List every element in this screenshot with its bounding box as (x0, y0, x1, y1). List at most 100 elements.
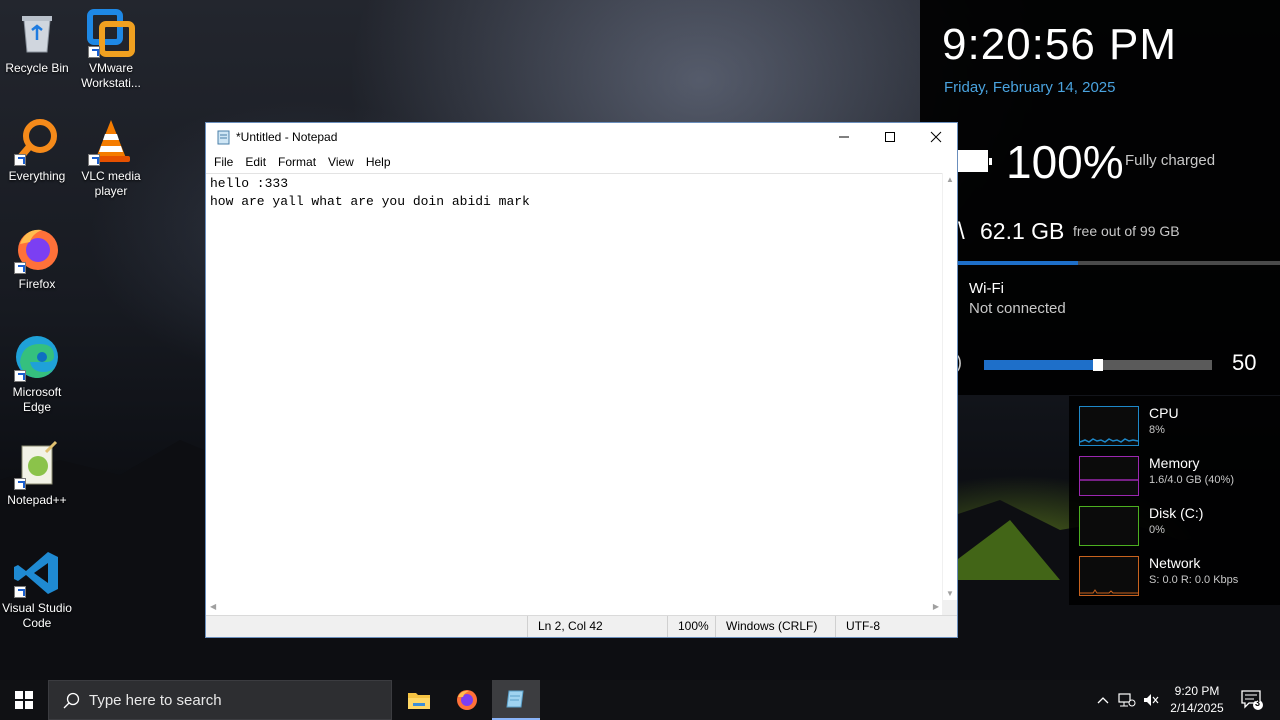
windows-logo-icon (15, 691, 33, 709)
notepad-menu-bar: File Edit Format View Help (206, 151, 957, 173)
start-button[interactable] (0, 680, 48, 720)
desktop-icon-label: Notepad++ (7, 493, 67, 507)
desktop-icon-edge[interactable]: Microsoft Edge (0, 332, 74, 415)
drive-icon: \ (958, 218, 965, 245)
maximize-icon (885, 132, 895, 142)
shortcut-arrow-icon (14, 586, 26, 598)
shortcut-arrow-icon (88, 154, 100, 166)
desktop-icon-label: VLC media player (81, 169, 141, 198)
perf-label: Network (1149, 555, 1201, 571)
notepad-title: *Untitled - Notepad (236, 130, 338, 144)
perf-value: 8% (1149, 424, 1165, 436)
desktop-icon-label: Everything (8, 169, 66, 183)
shortcut-arrow-icon (14, 262, 26, 274)
notepad-icon (506, 690, 524, 708)
shortcut-arrow-icon (88, 46, 100, 58)
notepad-window[interactable]: *Untitled - Notepad File Edit Format Vie… (205, 122, 958, 638)
volume-value: 50 (1232, 350, 1257, 375)
firefox-icon (457, 690, 477, 710)
taskbar-clock[interactable]: 9:20 PM 2/14/2025 (1164, 683, 1230, 717)
horizontal-scrollbar[interactable]: ◀ ▶ (206, 600, 943, 615)
desktop-icon-recycle-bin[interactable]: Recycle Bin (0, 8, 74, 76)
taskbar-search-box[interactable]: Type here to search (48, 680, 392, 720)
notification-count-badge: 3 (1255, 698, 1261, 708)
menu-format[interactable]: Format (272, 155, 322, 169)
close-icon (930, 131, 942, 143)
menu-view[interactable]: View (322, 155, 360, 169)
network-disconnected-icon (1118, 693, 1136, 707)
desktop-icon-firefox[interactable]: Firefox (0, 224, 74, 292)
notepad-text-area[interactable]: hello :333 how are yall what are you doi… (206, 173, 943, 600)
desktop-icon-notepad-plus-plus[interactable]: Notepad++ (0, 440, 74, 508)
taskbar-time: 9:20 PM (1174, 684, 1220, 698)
show-hidden-icons-button[interactable] (1092, 680, 1114, 720)
taskbar-date: 2/14/2025 (1170, 701, 1224, 715)
notepad-title-bar[interactable]: *Untitled - Notepad (206, 123, 957, 151)
battery-row: 100% Fully charged (958, 135, 1280, 190)
close-button[interactable] (913, 123, 959, 151)
volume-slider-fill (984, 360, 1098, 370)
recycle-bin-icon (22, 16, 52, 53)
wifi-title: Wi-Fi (969, 280, 1004, 297)
volume-slider-thumb[interactable] (1093, 359, 1103, 371)
volume-tray-button[interactable] (1140, 680, 1162, 720)
desktop-icon-label: Recycle Bin (5, 61, 69, 75)
speaker-icon (1144, 694, 1159, 706)
status-position: Ln 2, Col 42 (527, 616, 667, 637)
minimize-button[interactable] (821, 123, 867, 151)
taskbar-file-explorer[interactable] (395, 680, 443, 720)
desktop-icon-label: VMware Workstati... (81, 61, 141, 90)
perf-memory[interactable]: Memory 1.6/4.0 GB (40%) (1069, 448, 1280, 498)
widget-clock: 9:20:56 PM (942, 20, 1178, 69)
scrollbar-corner (942, 600, 957, 615)
minimize-icon (839, 136, 849, 138)
vertical-scrollbar[interactable]: ▲ ▼ (942, 173, 957, 600)
status-zoom: 100% (667, 616, 715, 637)
notepad-icon (217, 130, 230, 145)
maximize-button[interactable] (867, 123, 913, 151)
perf-label: Disk (C:) (1149, 505, 1204, 521)
cpu-graph (1079, 406, 1139, 446)
wifi-status: Not connected (969, 300, 1066, 317)
network-receive: R: 0.0 Kbps (1180, 574, 1239, 586)
notepad-status-bar: Ln 2, Col 42 100% Windows (CRLF) UTF-8 (206, 615, 957, 637)
perf-label: Memory (1149, 455, 1200, 471)
perf-label: CPU (1149, 405, 1179, 421)
desktop-icon-vlc[interactable]: VLC media player (74, 116, 148, 199)
taskbar-notepad[interactable] (492, 680, 540, 720)
scroll-right-icon[interactable]: ▶ (933, 602, 939, 611)
perf-network[interactable]: Network S: 0.0 R: 0.0 Kbps (1069, 548, 1280, 598)
desktop-icon-vscode[interactable]: Visual Studio Code (0, 548, 74, 631)
disk-space-row: \ 62.1 GB free out of 99 GB (958, 215, 1280, 265)
notification-icon (1241, 690, 1263, 710)
menu-help[interactable]: Help (360, 155, 397, 169)
menu-file[interactable]: File (208, 155, 239, 169)
scroll-up-icon[interactable]: ▲ (946, 175, 954, 184)
desktop-icon-vmware[interactable]: VMware Workstati... (74, 8, 148, 91)
chevron-up-icon (1097, 697, 1109, 704)
perf-disk[interactable]: Disk (C:) 0% (1069, 498, 1280, 548)
taskbar: Type here to search 9:20 PM 2/14/2025 3 (0, 680, 1280, 720)
desktop-icon-label: Microsoft Edge (12, 385, 62, 414)
folder-icon (408, 693, 430, 709)
perf-value: 0% (1149, 524, 1165, 536)
disk-usage-bar (958, 261, 1280, 265)
volume-slider[interactable] (984, 359, 1212, 371)
scroll-left-icon[interactable]: ◀ (210, 602, 216, 611)
shortcut-arrow-icon (14, 154, 26, 166)
perf-cpu[interactable]: CPU 8% (1069, 398, 1280, 448)
search-icon (63, 692, 80, 709)
network-graph (1079, 556, 1139, 596)
network-tray-button[interactable] (1116, 680, 1138, 720)
network-send: S: 0.0 (1149, 574, 1178, 586)
desktop-icon-everything[interactable]: Everything (0, 116, 74, 184)
perf-value: S: 0.0 R: 0.0 Kbps (1149, 574, 1238, 586)
battery-icon (958, 150, 992, 172)
taskbar-firefox[interactable] (443, 680, 491, 720)
disk-free-label: free out of 99 GB (1073, 223, 1180, 239)
desktop-icon-label: Visual Studio Code (2, 601, 72, 630)
action-center-button[interactable]: 3 (1232, 680, 1272, 720)
scroll-down-icon[interactable]: ▼ (946, 589, 954, 598)
menu-edit[interactable]: Edit (239, 155, 272, 169)
system-info-widget: 9:20:56 PM Friday, February 14, 2025 100… (920, 0, 1280, 395)
